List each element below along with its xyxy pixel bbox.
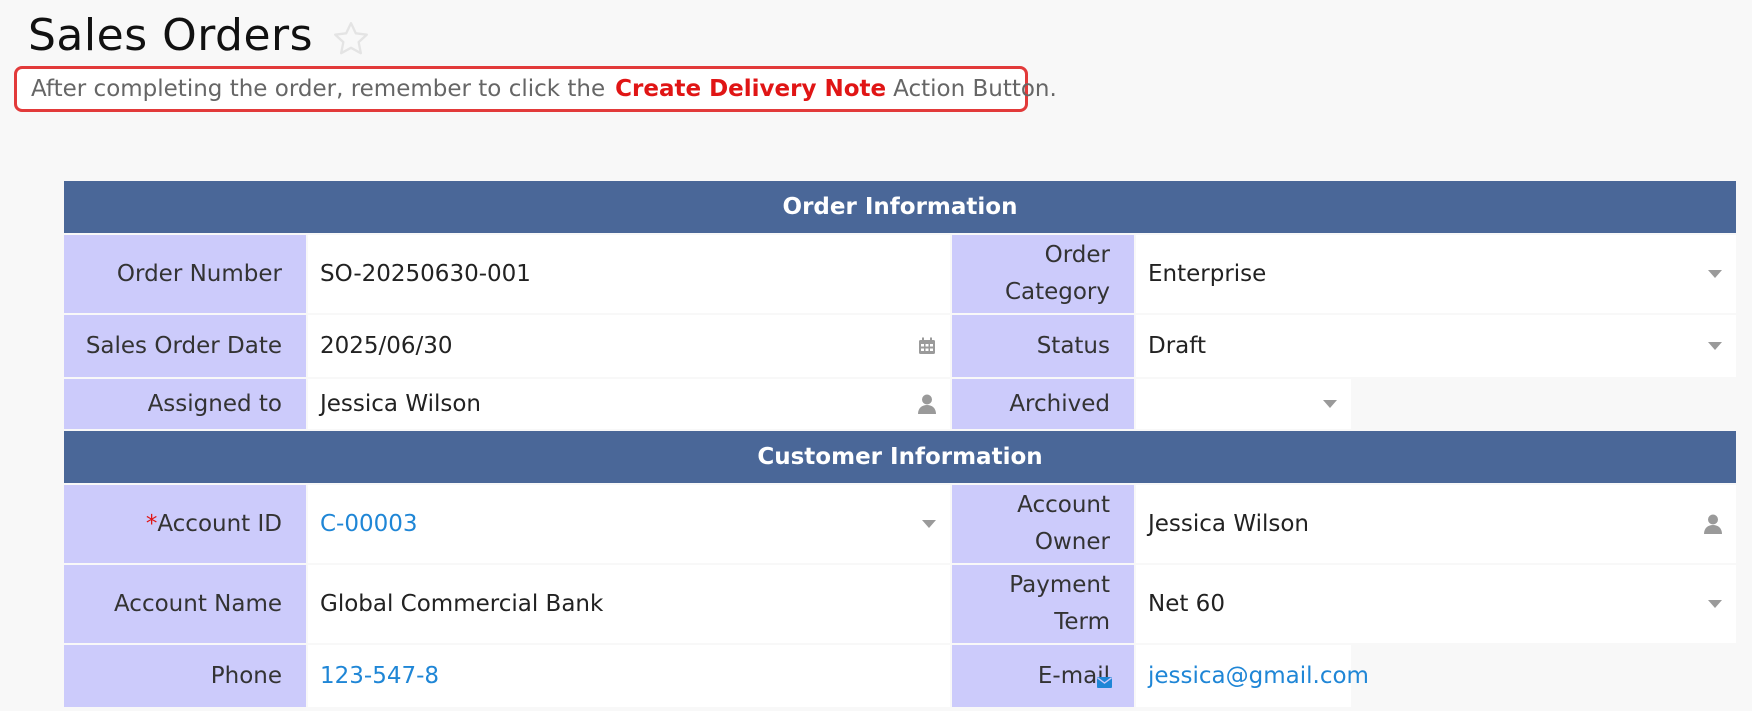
account-id-label: * Account ID <box>64 485 306 563</box>
assigned-to-value: Jessica Wilson <box>320 391 481 417</box>
chevron-down-icon[interactable] <box>1323 400 1337 408</box>
phone-field[interactable]: 123-547-8 <box>308 645 950 707</box>
chevron-down-icon[interactable] <box>1708 342 1722 350</box>
email-label: E-mail <box>952 645 1134 707</box>
chevron-down-icon[interactable] <box>1708 600 1722 608</box>
user-icon[interactable] <box>1704 514 1722 534</box>
user-icon[interactable] <box>918 394 936 414</box>
account-id-select[interactable]: C-00003 <box>308 485 950 563</box>
account-name-label: Account Name <box>64 565 306 643</box>
section-header-order-information: Order Information <box>64 181 1736 233</box>
account-owner-value: Jessica Wilson <box>1148 511 1309 537</box>
notice-prefix: After completing the order, remember to … <box>31 76 606 102</box>
archived-label: Archived <box>952 379 1134 429</box>
sales-order-date-label: Sales Order Date <box>64 315 306 377</box>
order-number-value: SO-20250630-001 <box>320 261 531 287</box>
sales-order-date-field[interactable]: 2025/06/30 <box>308 315 950 377</box>
chevron-down-icon[interactable] <box>1708 270 1722 278</box>
email-field[interactable]: jessica@gmail.com <box>1136 645 1369 707</box>
assigned-to-label: Assigned to <box>64 379 306 429</box>
required-mark: * <box>145 510 158 537</box>
sales-order-date-value: 2025/06/30 <box>320 333 453 359</box>
phone-label: Phone <box>64 645 306 707</box>
account-id-label-text: Account ID <box>157 510 282 537</box>
notice-suffix: Action Button. <box>893 76 1057 102</box>
status-value: Draft <box>1148 333 1206 359</box>
account-owner-field[interactable]: Jessica Wilson <box>1136 485 1736 563</box>
phone-link[interactable]: 123-547-8 <box>320 663 439 689</box>
order-number-field[interactable]: SO-20250630-001 <box>308 235 950 313</box>
email-link[interactable]: jessica@gmail.com <box>1148 663 1369 689</box>
account-name-value: Global Commercial Bank <box>320 591 604 617</box>
payment-term-value: Net 60 <box>1148 591 1225 617</box>
section-header-customer-information: Customer Information <box>64 431 1736 483</box>
order-number-label: Order Number <box>64 235 306 313</box>
account-name-field[interactable]: Global Commercial Bank <box>308 565 950 643</box>
payment-term-select[interactable]: Net 60 <box>1136 565 1736 643</box>
page-title: Sales Orders <box>28 10 314 61</box>
order-category-value: Enterprise <box>1148 261 1267 287</box>
page-header: Sales Orders <box>28 10 371 61</box>
notice-highlight: Create Delivery Note <box>615 76 887 102</box>
order-category-label: Order Category <box>952 235 1134 313</box>
calendar-icon[interactable] <box>918 337 936 355</box>
account-id-link[interactable]: C-00003 <box>320 511 418 537</box>
notice-banner: After completing the order, remember to … <box>14 66 1057 112</box>
order-category-select[interactable]: Enterprise <box>1136 235 1736 313</box>
status-select[interactable]: Draft <box>1136 315 1736 377</box>
status-label: Status <box>952 315 1134 377</box>
payment-term-label: Payment Term <box>952 565 1134 643</box>
account-owner-label: Account Owner <box>952 485 1134 563</box>
chevron-down-icon[interactable] <box>922 520 936 528</box>
envelope-icon[interactable] <box>1097 663 1112 700</box>
assigned-to-field[interactable]: Jessica Wilson <box>308 379 950 429</box>
archived-select[interactable] <box>1136 379 1351 429</box>
star-icon[interactable] <box>331 19 371 59</box>
